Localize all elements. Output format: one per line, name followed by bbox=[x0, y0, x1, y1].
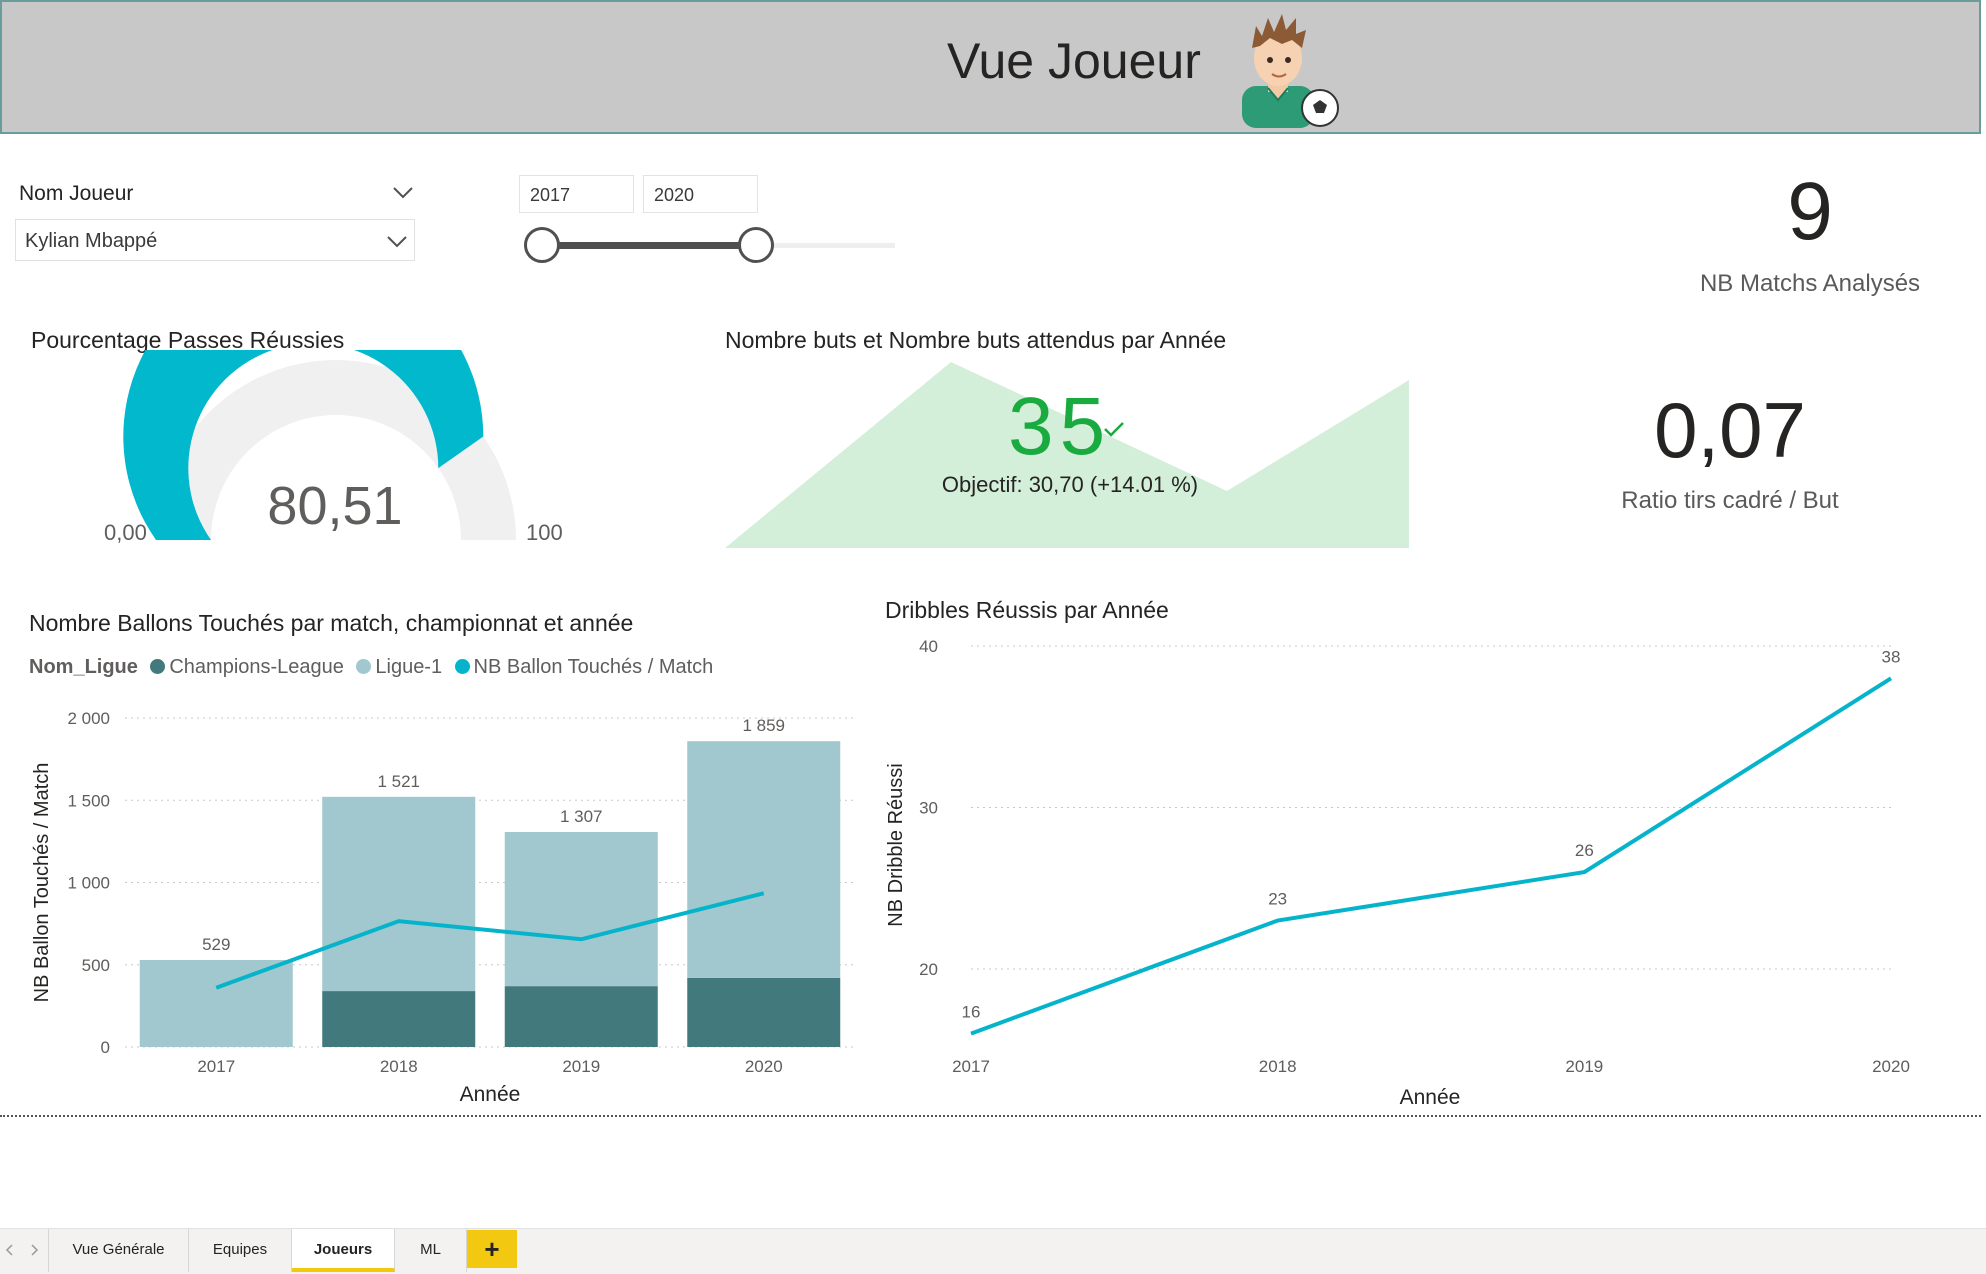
player-dropdown-value: Kylian Mbappé bbox=[25, 230, 158, 252]
tab-vue-generale[interactable]: Vue Générale bbox=[48, 1229, 189, 1272]
player-dropdown[interactable]: Kylian Mbappé bbox=[15, 219, 415, 261]
data-label: 1 307 bbox=[560, 807, 603, 826]
y-axis-title: NB Dribble Réussi bbox=[885, 763, 907, 926]
y-tick-label: 1 500 bbox=[67, 791, 110, 810]
legend-label: Champions-League bbox=[169, 656, 344, 678]
legend-dot bbox=[356, 659, 372, 674]
matches-kpi-value: 9 bbox=[1787, 166, 1833, 257]
chevron-left-icon[interactable] bbox=[4, 1243, 14, 1257]
dribbles-chart-title: Dribbles Réussis par Année bbox=[885, 597, 1169, 623]
ratio-kpi-value: 0,07 bbox=[1654, 386, 1806, 474]
bar-segment bbox=[322, 796, 476, 992]
x-tick-label: 2019 bbox=[562, 1057, 600, 1076]
tab-ml[interactable]: ML bbox=[395, 1229, 467, 1272]
x-tick-label: 2020 bbox=[1872, 1057, 1910, 1076]
gauge-value: 80,51 bbox=[267, 476, 403, 536]
goals-kpi-value: 35 bbox=[1008, 381, 1112, 472]
legend-item-ballon-touches[interactable]: NB Ballon Touchés / Match bbox=[454, 656, 714, 679]
data-label: 16 bbox=[962, 1003, 981, 1022]
chevron-down-icon[interactable] bbox=[386, 235, 408, 249]
y-tick-label: 40 bbox=[919, 637, 938, 656]
matches-kpi-label: NB Matchs Analysés bbox=[1699, 270, 1921, 297]
data-label: 26 bbox=[1575, 841, 1594, 860]
y-tick-label: 1 000 bbox=[67, 874, 110, 893]
ratio-kpi-label: Ratio tirs cadré / But bbox=[1621, 487, 1839, 514]
soccer-player-avatar-icon bbox=[1242, 14, 1339, 128]
y-tick-label: 20 bbox=[919, 960, 938, 979]
x-axis-title: Année bbox=[1400, 1086, 1461, 1109]
series-line bbox=[970, 676, 1893, 1036]
x-tick-label: 2020 bbox=[745, 1057, 783, 1076]
ballons-chart-title: Nombre Ballons Touchés par match, champi… bbox=[29, 610, 634, 636]
data-label: 38 bbox=[1882, 647, 1901, 666]
check-icon bbox=[1104, 422, 1124, 437]
legend-dot bbox=[150, 659, 166, 674]
add-page-button[interactable]: + bbox=[467, 1230, 517, 1268]
ballons-chart: 0 500 1 000 1 500 2 000 529 2017 1 521 2018 1 307… bbox=[31, 709, 855, 1106]
year-from-input[interactable]: 2017 bbox=[519, 175, 634, 213]
bar-segment bbox=[139, 959, 293, 1047]
data-label: 23 bbox=[1268, 890, 1287, 909]
gauge-min-label: 0,00 bbox=[104, 520, 147, 545]
legend-label: NB Ballon Touchés / Match bbox=[473, 656, 714, 678]
year-slider-end-handle[interactable] bbox=[738, 227, 774, 263]
page-title: Vue Joueur bbox=[947, 33, 1201, 89]
x-tick-label: 2017 bbox=[952, 1057, 990, 1076]
y-tick-label: 0 bbox=[101, 1038, 110, 1057]
year-slider-start-handle[interactable] bbox=[524, 227, 560, 263]
legend-title: Nom_Ligue bbox=[29, 656, 138, 678]
chevron-right-icon[interactable] bbox=[30, 1243, 40, 1257]
tab-joueurs[interactable]: Joueurs bbox=[292, 1229, 395, 1272]
legend-item-champions-league[interactable]: Champions-League bbox=[150, 656, 344, 679]
year-to-input[interactable]: 2020 bbox=[643, 175, 758, 213]
y-axis-title: NB Ballon Touchés / Match bbox=[31, 763, 53, 1003]
legend-label: Ligue-1 bbox=[375, 656, 443, 678]
player-slicer-title: Nom Joueur bbox=[19, 182, 134, 205]
x-tick-label: 2018 bbox=[1259, 1057, 1297, 1076]
tab-equipes[interactable]: Equipes bbox=[189, 1229, 292, 1272]
series-line bbox=[215, 891, 765, 990]
dribbles-chart: 20 30 40 16 2017 23 2018 26 2019 38 2020 Année NB Dr… bbox=[885, 637, 1910, 1109]
y-tick-label: 30 bbox=[919, 799, 938, 818]
legend-item-ligue-1[interactable]: Ligue-1 bbox=[356, 656, 442, 679]
goals-kpi-target: Objectif: 30,70 (+14.01 %) bbox=[941, 472, 1199, 497]
gauge-max-label: 100 bbox=[526, 520, 563, 545]
bar-segment bbox=[687, 977, 841, 1047]
data-label: 1 521 bbox=[377, 772, 420, 791]
y-tick-label: 2 000 bbox=[67, 709, 110, 728]
chevron-down-icon[interactable] bbox=[392, 186, 414, 200]
x-tick-label: 2019 bbox=[1565, 1057, 1603, 1076]
data-label: 1 859 bbox=[742, 716, 785, 735]
goals-kpi-title: Nombre buts et Nombre buts attendus par … bbox=[725, 327, 1227, 353]
data-label: 529 bbox=[202, 935, 230, 954]
legend-dot bbox=[454, 659, 470, 674]
page-header: Vue Joueur bbox=[0, 0, 1981, 134]
ballons-chart-legend: Nom_Ligue Champions-League Ligue-1 NB Ba… bbox=[29, 656, 721, 679]
bar-segment bbox=[504, 831, 658, 987]
bar-segment bbox=[687, 741, 841, 978]
x-tick-label: 2017 bbox=[197, 1057, 235, 1076]
y-tick-label: 500 bbox=[82, 956, 110, 975]
year-slider-range bbox=[542, 242, 756, 249]
section-divider bbox=[0, 1115, 1981, 1117]
x-axis-title: Année bbox=[460, 1083, 521, 1106]
bar-segment bbox=[504, 986, 658, 1047]
x-tick-label: 2018 bbox=[380, 1057, 418, 1076]
bar-segment bbox=[322, 991, 476, 1047]
